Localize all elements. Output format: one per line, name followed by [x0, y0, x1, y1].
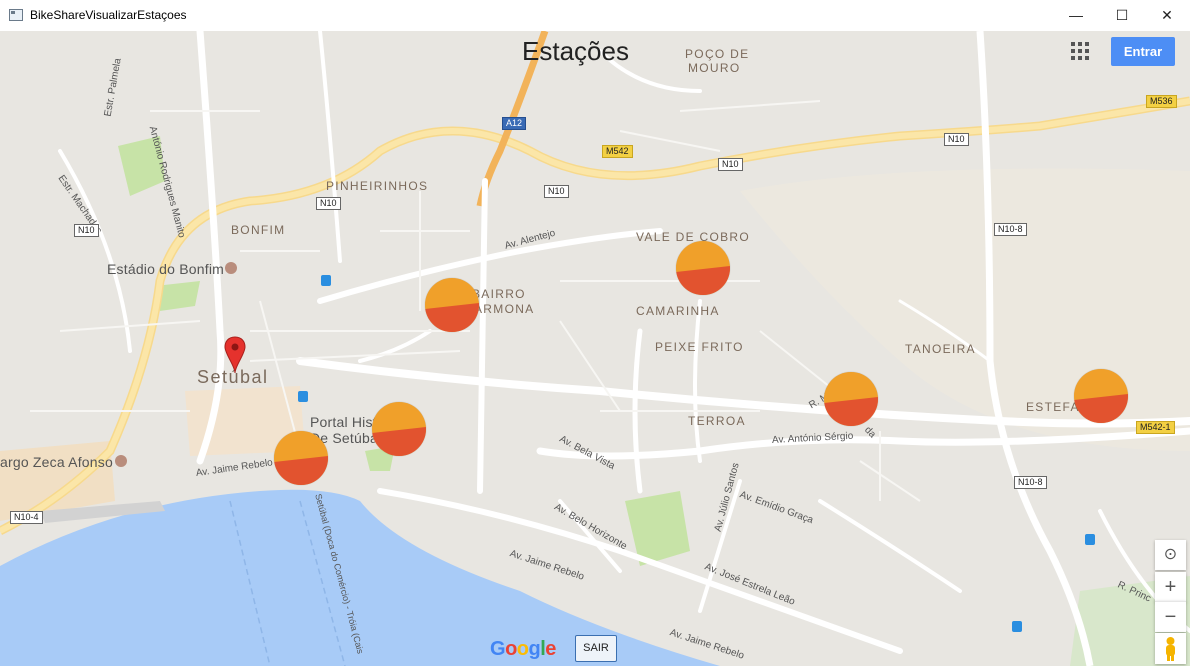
station-pie-icon	[1074, 394, 1128, 423]
exit-button[interactable]: SAIR	[575, 635, 617, 662]
station-marker[interactable]	[824, 372, 878, 426]
road-shield-n10-8: N10-8	[994, 223, 1027, 236]
area-label-bonfim: BONFIM	[231, 223, 286, 237]
close-button[interactable]: ✕	[1144, 0, 1190, 31]
road-shield-n10: N10	[74, 224, 99, 237]
station-marker[interactable]	[372, 402, 426, 456]
poi-estadio-bonfim: Estádio do Bonfim	[107, 261, 225, 277]
road-shield-m536: M536	[1146, 95, 1177, 108]
window-title: BikeShareVisualizarEstaçoes	[30, 8, 187, 22]
apps-grid-icon[interactable]	[1071, 42, 1089, 60]
road-shield-m542-1: M542-1	[1136, 421, 1175, 434]
road-shield-n10-8: N10-8	[1014, 476, 1047, 489]
station-pie-icon	[425, 303, 479, 332]
area-label-tanoeira: TANOEIRA	[905, 342, 976, 356]
zoom-out-button[interactable]: −	[1155, 601, 1186, 632]
google-logo: Google	[490, 638, 556, 660]
landmark-icon	[115, 455, 127, 467]
station-pie-icon	[676, 266, 730, 295]
area-label-peixe-frito: PEIXE FRITO	[655, 340, 744, 354]
bus-stop-icon[interactable]	[1085, 534, 1095, 545]
landmark-icon	[225, 262, 237, 274]
bus-stop-icon[interactable]	[321, 275, 331, 286]
minimize-button[interactable]: —	[1053, 0, 1099, 31]
road-shield-n10: N10	[316, 197, 341, 210]
bus-stop-icon[interactable]	[298, 391, 308, 402]
window-titlebar: BikeShareVisualizarEstaçoes — ☐ ✕	[0, 0, 1190, 32]
road-shield-a12: A12	[502, 117, 527, 130]
poi-largo-zeca-afonso: argo Zeca Afonso	[0, 454, 113, 470]
app-window-icon	[9, 9, 23, 21]
maximize-button[interactable]: ☐	[1099, 0, 1145, 31]
station-pie-icon	[372, 427, 426, 456]
area-label-pinheirinhos: PINHEIRINHOS	[326, 179, 429, 193]
map-view[interactable]: Estações Entrar POÇO DE MOURO PINHEIRINH…	[0, 31, 1190, 666]
my-location-button[interactable]: ⊙	[1155, 540, 1186, 570]
station-marker[interactable]	[425, 278, 479, 332]
map-title: Estações	[522, 36, 629, 66]
road-shield-n10: N10	[544, 185, 569, 198]
road-shield-n10-4: N10-4	[10, 511, 43, 524]
area-label-terroa: TERROA	[688, 414, 746, 428]
station-marker[interactable]	[676, 241, 730, 295]
login-button[interactable]: Entrar	[1111, 37, 1175, 66]
bus-stop-icon[interactable]	[1012, 621, 1022, 632]
area-label-bairro: BAIRRO	[472, 287, 526, 301]
area-label-estefa: ESTEFA	[1026, 400, 1080, 414]
road-shield-n10: N10	[944, 133, 969, 146]
pegman-icon[interactable]	[1155, 633, 1186, 664]
station-marker[interactable]	[274, 431, 328, 485]
area-label-armona: ARMONA	[474, 302, 535, 316]
road-shield-m542: M542	[602, 145, 633, 158]
station-pie-icon	[824, 397, 878, 426]
station-marker[interactable]	[1074, 369, 1128, 423]
road-shield-n10: N10	[718, 158, 743, 171]
zoom-in-button[interactable]: +	[1155, 572, 1186, 602]
area-label-camarinha: CAMARINHA	[636, 304, 720, 318]
area-label-poco: POÇO DE	[685, 47, 750, 61]
map-base-layer	[0, 31, 1190, 666]
location-pin-icon[interactable]	[224, 336, 246, 374]
station-pie-icon	[274, 456, 328, 485]
area-label-mouro: MOURO	[688, 61, 741, 75]
